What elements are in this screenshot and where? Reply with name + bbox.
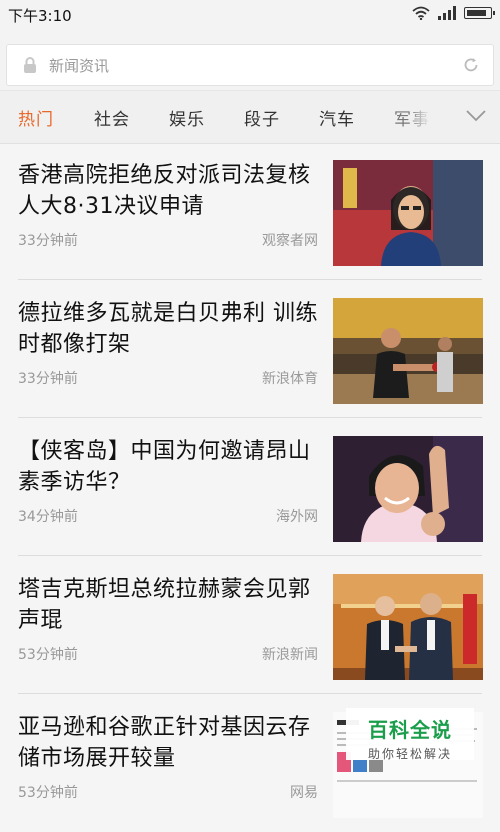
status-icons <box>412 6 495 20</box>
news-item[interactable]: 塔吉克斯坦总统拉赫蒙会见郭声琨 53分钟前 新浪新闻 <box>0 558 500 694</box>
news-source: 观察者网 <box>262 233 318 249</box>
news-title[interactable]: 塔吉克斯坦总统拉赫蒙会见郭声琨 <box>18 574 324 636</box>
category-tabs: 热门 社会 娱乐 段子 汽车 军事 <box>0 90 500 144</box>
watermark-logo: 百科全说 <box>368 718 452 742</box>
tab-society[interactable]: 社会 <box>94 105 130 130</box>
divider <box>18 417 482 418</box>
tab-hot[interactable]: 热门 <box>18 105 54 130</box>
refresh-icon[interactable] <box>463 57 479 73</box>
divider <box>18 555 482 556</box>
news-title[interactable]: 亚马逊和谷歌正针对基因云存储市场展开较量 <box>18 712 324 774</box>
news-title[interactable]: 香港高院拒绝反对派司法复核人大8·31决议申请 <box>18 160 324 222</box>
battery-level <box>467 10 486 16</box>
search-bar <box>0 30 500 90</box>
status-bar: 下午3:10 <box>0 0 500 30</box>
news-source: 海外网 <box>276 509 318 525</box>
tab-entertainment[interactable]: 娱乐 <box>169 105 205 130</box>
status-time: 下午3:10 <box>8 7 72 25</box>
search-input[interactable] <box>47 51 431 81</box>
news-title[interactable]: 德拉维多瓦就是白贝弗利 训练时都像打架 <box>18 298 324 360</box>
news-thumbnail[interactable] <box>333 298 483 404</box>
news-time: 53分钟前 <box>18 785 78 801</box>
lock-icon <box>24 57 36 73</box>
news-thumbnail[interactable] <box>333 436 483 542</box>
news-title[interactable]: 【侠客岛】中国为何邀请昂山素季访华？ <box>18 436 324 498</box>
watermark-badge: 百科全说 助你轻松解决 <box>346 708 474 761</box>
news-time: 34分钟前 <box>18 509 78 525</box>
divider <box>18 279 482 280</box>
news-item[interactable]: 香港高院拒绝反对派司法复核人大8·31决议申请 33分钟前 观察者网 <box>0 144 500 280</box>
search-box[interactable] <box>6 44 494 86</box>
news-source: 网易 <box>290 785 318 801</box>
battery-icon <box>464 7 495 19</box>
news-item[interactable]: 【侠客岛】中国为何邀请昂山素季访华？ 34分钟前 海外网 <box>0 420 500 556</box>
news-source: 新浪体育 <box>262 371 318 387</box>
news-thumbnail[interactable] <box>333 574 483 680</box>
news-source: 新浪新闻 <box>262 647 318 663</box>
news-item[interactable]: 德拉维多瓦就是白贝弗利 训练时都像打架 33分钟前 新浪体育 <box>0 282 500 418</box>
watermark-subtitle: 助你轻松解决 <box>367 747 452 761</box>
tab-jokes[interactable]: 段子 <box>244 105 280 130</box>
tab-military[interactable]: 军事 <box>394 105 430 130</box>
chevron-down-icon[interactable] <box>466 109 486 123</box>
tab-auto[interactable]: 汽车 <box>319 105 355 130</box>
news-time: 33分钟前 <box>18 233 78 249</box>
news-time: 33分钟前 <box>18 371 78 387</box>
signal-icon <box>438 6 456 20</box>
news-thumbnail[interactable] <box>333 160 483 266</box>
news-time: 53分钟前 <box>18 647 78 663</box>
divider <box>18 693 482 694</box>
wifi-icon <box>412 6 430 20</box>
